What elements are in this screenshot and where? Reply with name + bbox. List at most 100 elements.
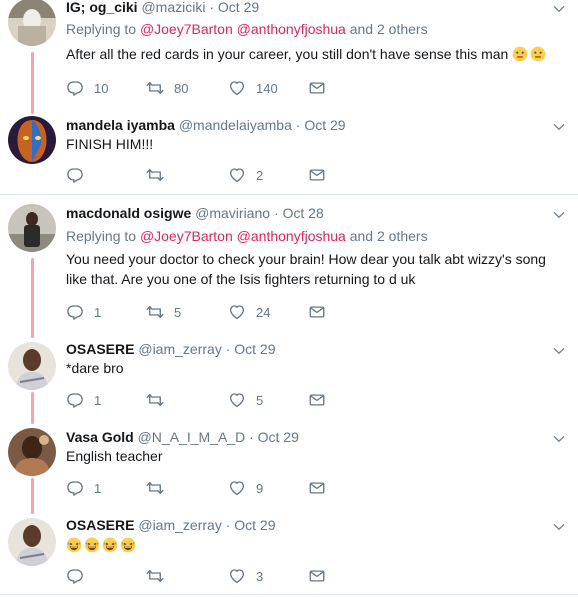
like-button[interactable]: 24 bbox=[228, 302, 270, 322]
direct-message-button[interactable] bbox=[308, 78, 326, 98]
tweet-text: *dare bro bbox=[66, 358, 566, 378]
tweet-actions: 10 80 140 bbox=[66, 78, 346, 98]
replying-suffix[interactable]: and 2 others bbox=[350, 21, 428, 37]
reply-button[interactable]: 1 bbox=[66, 390, 101, 410]
like-button[interactable]: 5 bbox=[228, 390, 263, 410]
like-button[interactable]: 9 bbox=[228, 478, 263, 498]
tweet-header: IG; og_ciki @maziciki · Oct 29 bbox=[66, 0, 259, 16]
avatar[interactable] bbox=[8, 342, 56, 390]
display-name[interactable]: OSASERE bbox=[66, 341, 134, 357]
tweet-date[interactable]: Oct 28 bbox=[283, 205, 324, 221]
reply-button[interactable]: 1 bbox=[66, 302, 101, 322]
reply-button[interactable]: 1 bbox=[66, 478, 101, 498]
display-name[interactable]: mandela iyamba bbox=[66, 117, 175, 133]
tweet-date[interactable]: Oct 29 bbox=[258, 429, 299, 445]
user-handle[interactable]: @iam_zerray bbox=[138, 341, 221, 357]
user-handle[interactable]: @iam_zerray bbox=[138, 517, 221, 533]
like-count: 5 bbox=[256, 392, 264, 408]
display-name[interactable]: Vasa Gold bbox=[66, 429, 134, 445]
laughing-emoji-icon bbox=[102, 537, 118, 553]
tweet-separator bbox=[0, 194, 578, 195]
separator-dot: · bbox=[209, 0, 215, 15]
user-handle[interactable]: @N_A_I_M_A_D bbox=[138, 429, 246, 445]
avatar[interactable] bbox=[8, 204, 56, 252]
avatar[interactable] bbox=[8, 116, 56, 164]
heart-icon bbox=[228, 79, 246, 97]
laughing-emoji-icon bbox=[66, 537, 82, 553]
tweet-text-content: You need your doctor to check your brain… bbox=[66, 251, 546, 287]
retweet-button[interactable]: 80 bbox=[146, 78, 188, 98]
thread-line bbox=[31, 392, 34, 424]
retweet-button[interactable] bbox=[146, 390, 174, 410]
mention-link[interactable]: @Joey7Barton bbox=[140, 21, 233, 37]
retweet-button[interactable] bbox=[146, 165, 174, 185]
tweet-header: OSASERE @iam_zerray · Oct 29 bbox=[66, 516, 276, 534]
chevron-down-icon[interactable] bbox=[552, 520, 566, 534]
retweet-button[interactable]: 5 bbox=[146, 302, 181, 322]
tweet-text: You need your doctor to check your brain… bbox=[66, 249, 566, 289]
user-handle[interactable]: @maziciki bbox=[141, 0, 205, 15]
avatar[interactable] bbox=[8, 518, 56, 566]
chevron-down-icon[interactable] bbox=[552, 2, 566, 16]
like-count: 140 bbox=[256, 80, 278, 96]
chevron-down-icon[interactable] bbox=[552, 344, 566, 358]
tweet-separator bbox=[0, 594, 578, 595]
direct-message-button[interactable] bbox=[308, 165, 326, 185]
laughing-emoji-icon bbox=[84, 537, 100, 553]
direct-message-button[interactable] bbox=[308, 390, 326, 410]
tweet-date[interactable]: Oct 29 bbox=[304, 117, 345, 133]
mention-link[interactable]: @Joey7Barton bbox=[140, 228, 233, 244]
envelope-icon bbox=[308, 391, 326, 409]
user-handle[interactable]: @maviriano bbox=[195, 205, 270, 221]
like-button[interactable]: 140 bbox=[228, 78, 278, 98]
thread-line bbox=[31, 258, 34, 338]
tweet-header: OSASERE @iam_zerray · Oct 29 bbox=[66, 340, 276, 358]
reply-button[interactable]: 10 bbox=[66, 78, 108, 98]
avatar[interactable] bbox=[8, 428, 56, 476]
display-name[interactable]: OSASERE bbox=[66, 517, 134, 533]
tweet-actions: 1 5 bbox=[66, 390, 346, 410]
like-count: 9 bbox=[256, 480, 264, 496]
tweet-date[interactable]: Oct 29 bbox=[234, 517, 275, 533]
retweet-button[interactable] bbox=[146, 566, 174, 586]
display-name[interactable]: IG; og_ciki bbox=[66, 0, 138, 15]
chevron-down-icon[interactable] bbox=[552, 120, 566, 134]
thread-line bbox=[31, 52, 34, 114]
reply-count: 1 bbox=[94, 392, 102, 408]
user-handle[interactable]: @mandelaiyamba bbox=[179, 117, 292, 133]
heart-icon bbox=[228, 166, 246, 184]
like-button[interactable]: 2 bbox=[228, 165, 263, 185]
tweet-header: macdonald osigwe @maviriano · Oct 28 bbox=[66, 204, 324, 222]
heart-icon bbox=[228, 391, 246, 409]
reply-button[interactable] bbox=[66, 566, 94, 586]
separator-dot: · bbox=[225, 341, 231, 357]
retweet-icon bbox=[146, 303, 164, 321]
mention-link[interactable]: @anthonyfjoshua bbox=[237, 228, 346, 244]
direct-message-button[interactable] bbox=[308, 478, 326, 498]
reply-count: 1 bbox=[94, 304, 102, 320]
mention-link[interactable]: @anthonyfjoshua bbox=[237, 21, 346, 37]
like-count: 2 bbox=[256, 167, 264, 183]
laughing-emoji-icon bbox=[120, 537, 136, 553]
display-name[interactable]: macdonald osigwe bbox=[66, 205, 191, 221]
replying-suffix[interactable]: and 2 others bbox=[350, 228, 428, 244]
chevron-down-icon[interactable] bbox=[552, 432, 566, 446]
tweet-date[interactable]: Oct 29 bbox=[234, 341, 275, 357]
retweet-icon bbox=[146, 166, 164, 184]
reply-button[interactable] bbox=[66, 165, 94, 185]
avatar[interactable] bbox=[8, 0, 56, 46]
separator-dot: · bbox=[273, 205, 279, 221]
envelope-icon bbox=[308, 479, 326, 497]
replying-to: Replying to @Joey7Barton @anthonyfjoshua… bbox=[66, 227, 428, 245]
direct-message-button[interactable] bbox=[308, 566, 326, 586]
chevron-down-icon[interactable] bbox=[552, 208, 566, 222]
retweet-count: 80 bbox=[174, 80, 189, 96]
retweet-icon bbox=[146, 391, 164, 409]
tweet-date[interactable]: Oct 29 bbox=[218, 0, 259, 15]
direct-message-button[interactable] bbox=[308, 302, 326, 322]
tweet-text-content: English teacher bbox=[66, 448, 163, 464]
envelope-icon bbox=[308, 79, 326, 97]
neutral-face-emoji-icon bbox=[512, 46, 528, 62]
like-button[interactable]: 3 bbox=[228, 566, 263, 586]
retweet-button[interactable] bbox=[146, 478, 174, 498]
